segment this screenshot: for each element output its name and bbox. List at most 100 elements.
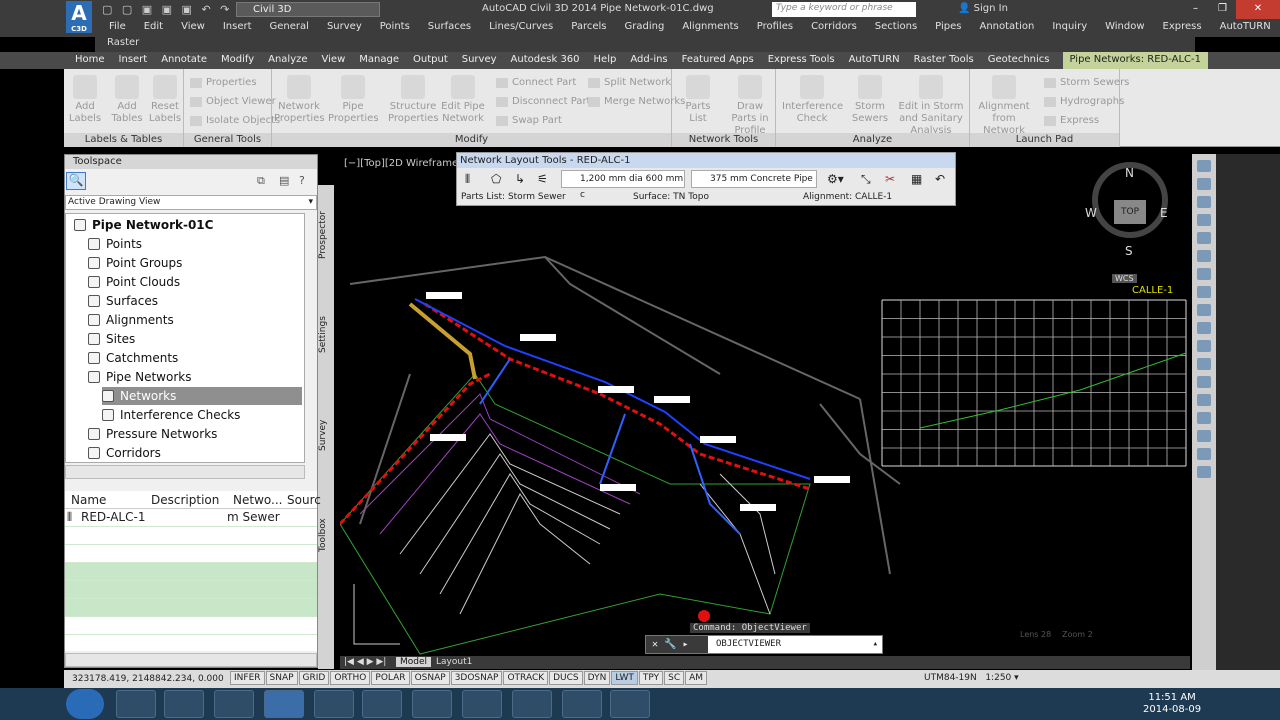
toggle-otrack[interactable]: OTRACK (503, 671, 549, 685)
customize-icon[interactable]: 🔧 (664, 639, 682, 650)
properties-button[interactable]: Properties (190, 77, 257, 88)
structure-properties-button[interactable]: Structure Properties (388, 75, 439, 125)
tab-model[interactable]: Model (396, 657, 432, 667)
raster-toolbar[interactable]: Raster (95, 37, 1195, 52)
menu-item-window[interactable]: Window (1096, 19, 1153, 37)
pipe-dropdown[interactable]: 375 mm Concrete Pipe (691, 170, 817, 188)
coordsys-label[interactable]: UTM84-19N (924, 673, 977, 683)
tab-express-tools[interactable]: Express Tools (761, 52, 842, 69)
rotate-icon[interactable] (1197, 376, 1211, 388)
toggle-sc[interactable]: SC (664, 671, 685, 685)
menu-item-view[interactable]: View (172, 19, 214, 37)
compass-south[interactable]: S (1125, 244, 1133, 258)
parts-list-icon[interactable]: ⚟ (537, 172, 548, 186)
powerpoint-icon[interactable] (610, 690, 650, 718)
tab-home[interactable]: Home (68, 52, 112, 69)
menu-item-inquiry[interactable]: Inquiry (1043, 19, 1096, 37)
active-view-tool-icon[interactable]: 🔍 (66, 172, 86, 190)
merge-networks-button[interactable]: Merge Networks (588, 96, 685, 107)
viewport-controls-label[interactable]: [−][Top][2D Wireframe] (344, 158, 462, 169)
menu-item-annotation[interactable]: Annotation (970, 19, 1043, 37)
isolate-objects-button[interactable]: Isolate Objects (190, 115, 280, 126)
undo-icon[interactable]: ↶ (935, 172, 945, 186)
tab-view[interactable]: View (315, 52, 353, 69)
recent-commands-icon[interactable]: ▸ (683, 639, 689, 650)
hydrographs-button[interactable]: Hydrographs (1044, 96, 1124, 107)
split-network-button[interactable]: Split Network (588, 77, 671, 88)
tree-item-networks[interactable]: Networks (102, 387, 302, 405)
tab-featured-apps[interactable]: Featured Apps (675, 52, 761, 69)
panel-title[interactable]: Labels & Tables (64, 133, 183, 147)
vtab-settings[interactable]: Settings (318, 295, 334, 375)
panel-title[interactable]: General Tools (184, 133, 271, 147)
toggle-osnap[interactable]: OSNAP (410, 671, 450, 685)
calculator-icon[interactable] (412, 690, 452, 718)
col-source[interactable]: Sourc (287, 493, 321, 507)
fillet-icon[interactable] (1197, 448, 1211, 460)
compass-east[interactable]: E (1160, 206, 1168, 220)
edit-storm-sanitary-button[interactable]: Edit in Storm and Sanitary Analysis (892, 75, 970, 137)
tab-add-ins[interactable]: Add-ins (623, 52, 674, 69)
tree-item-surfaces[interactable]: Surfaces (88, 292, 158, 310)
tab-modify[interactable]: Modify (214, 52, 261, 69)
item-view-icon[interactable]: ▤ (279, 174, 289, 187)
draw-parts-in-profile-button[interactable]: Draw Parts in Profile (726, 75, 774, 137)
tree-item-catchments[interactable]: Catchments (88, 349, 178, 367)
col-name[interactable]: Name (71, 493, 106, 507)
connect-part-button[interactable]: Connect Part (496, 77, 576, 88)
table-row[interactable]: ⫴ RED-ALC-1 m Sewer (65, 509, 317, 527)
structure-dropdown[interactable]: 1,200 mm dia 600 mm c (561, 170, 685, 200)
toggle-grid[interactable]: GRID (298, 671, 330, 685)
toggle-dyn[interactable]: DYN (583, 671, 611, 685)
toggle-am[interactable]: AM (685, 671, 708, 685)
search-input[interactable]: Type a keyword or phrase (772, 2, 916, 17)
vtab-toolbox[interactable]: Toolbox (318, 495, 334, 575)
menu-item-file[interactable]: File (100, 19, 135, 37)
col-network[interactable]: Netwo... (233, 493, 282, 507)
toggle-infer[interactable]: INFER (230, 671, 265, 685)
line-icon[interactable] (1197, 214, 1211, 226)
pipe-properties-button[interactable]: Pipe Properties (328, 75, 379, 125)
menu-item-pipes[interactable]: Pipes (926, 19, 970, 37)
toggle-upslope-icon[interactable]: ⤡ (861, 172, 871, 187)
tab-output[interactable]: Output (406, 52, 455, 69)
object-viewer-button[interactable]: Object Viewer (190, 96, 276, 107)
tree-scrollbar[interactable] (65, 465, 305, 479)
menu-item-express[interactable]: Express (1154, 19, 1211, 37)
toggle-ducs[interactable]: DUCS (549, 671, 583, 685)
circle-icon[interactable] (1197, 250, 1211, 262)
rectangle-icon[interactable] (1197, 286, 1211, 298)
viewcube-top[interactable]: TOP (1114, 200, 1146, 224)
menu-item-grading[interactable]: Grading (616, 19, 674, 37)
menu-item-general[interactable]: General (261, 19, 318, 37)
copy-icon[interactable] (1197, 358, 1211, 370)
trim-icon[interactable] (1197, 412, 1211, 424)
tab-annotate[interactable]: Annotate (154, 52, 214, 69)
pan-icon[interactable] (1197, 160, 1211, 172)
menu-item-sections[interactable]: Sections (866, 19, 926, 37)
move-icon[interactable] (1197, 340, 1211, 352)
vtab-survey[interactable]: Survey (318, 395, 334, 475)
menu-item-survey[interactable]: Survey (318, 19, 371, 37)
extend-icon[interactable] (1197, 430, 1211, 442)
help-icon[interactable]: ? (299, 174, 305, 187)
edit-pipe-network-button[interactable]: Edit Pipe Network (440, 75, 486, 125)
alignment-from-network-button[interactable]: Alignment from Network (972, 75, 1036, 137)
ie-icon[interactable] (462, 690, 502, 718)
network-properties-icon[interactable]: ⫴ (465, 172, 470, 187)
toggle-polar[interactable]: POLAR (371, 671, 410, 685)
add-tables-button[interactable]: Add Tables (110, 75, 144, 125)
explorer-icon[interactable] (116, 690, 156, 718)
chevron-up-icon[interactable]: ▴ (873, 636, 878, 653)
close-icon[interactable]: ✕ (652, 639, 664, 650)
menu-item-corridors[interactable]: Corridors (802, 19, 866, 37)
menu-item-autoturn[interactable]: AutoTURN (1211, 19, 1280, 37)
pipe-network-vistas-icon[interactable]: ▦ (911, 172, 922, 186)
menu-item-edit[interactable]: Edit (135, 19, 172, 37)
chrome-icon[interactable] (512, 690, 552, 718)
tab-pipe-networks-context[interactable]: Pipe Networks: RED-ALC-1 (1062, 52, 1208, 69)
sign-in-link[interactable]: 👤 Sign In (958, 3, 1008, 14)
tab-autodesk-360[interactable]: Autodesk 360 (504, 52, 587, 69)
network-properties-button[interactable]: Network Properties (274, 75, 325, 125)
compass-north[interactable]: N (1125, 166, 1134, 180)
